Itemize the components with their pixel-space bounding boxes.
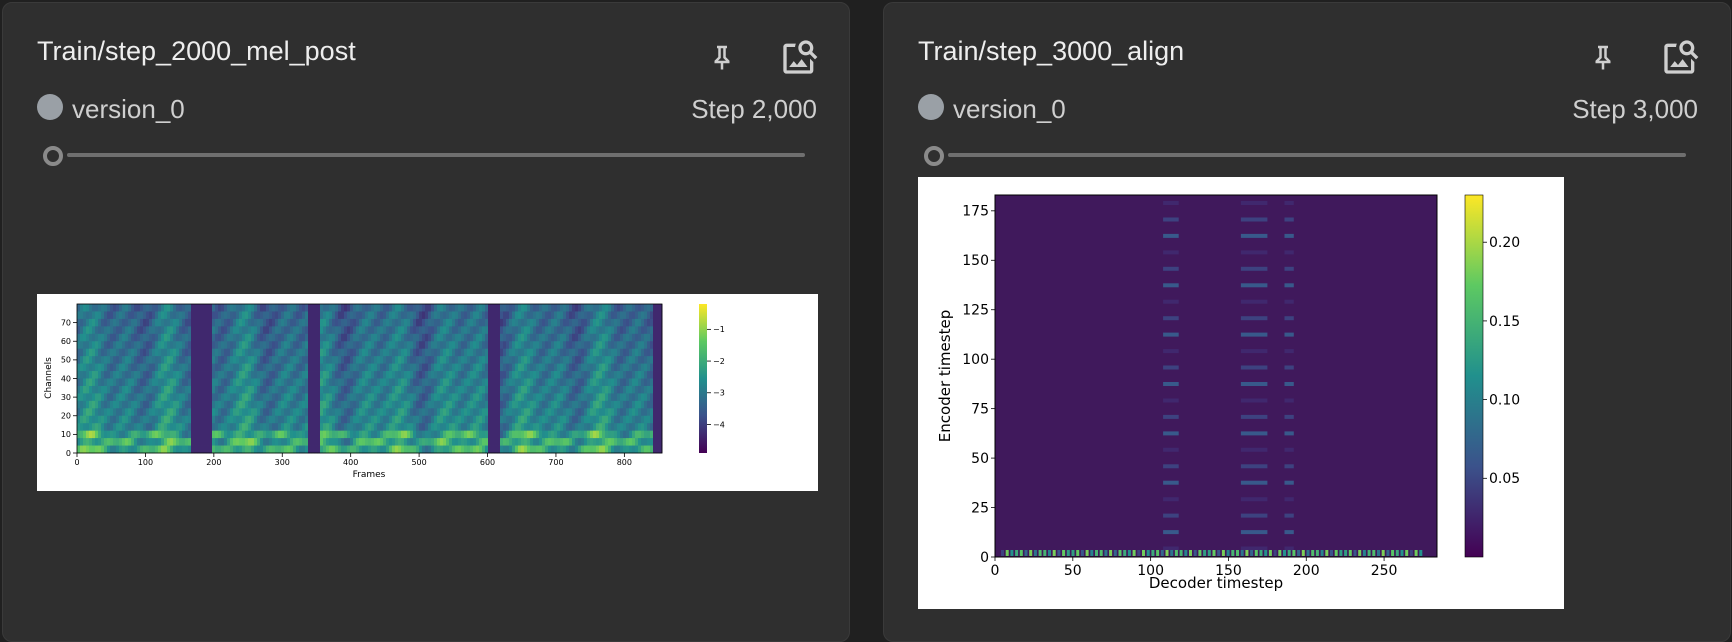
x-tick-label: 300 xyxy=(275,458,290,467)
x-tick-label: 250 xyxy=(1371,563,1398,579)
x-tick-label: 100 xyxy=(138,458,153,467)
colorbar-tick-label: 0.20 xyxy=(1489,235,1520,251)
view-image-button[interactable] xyxy=(1659,35,1703,79)
y-tick-label: 0 xyxy=(980,550,989,566)
step-label: Step 2,000 xyxy=(691,94,817,124)
slider-track xyxy=(948,153,1686,157)
view-image-button[interactable] xyxy=(778,35,822,79)
y-tick-label: 150 xyxy=(962,253,989,269)
colorbar-tick-label: −3 xyxy=(713,389,725,398)
y-tick-label: 50 xyxy=(61,356,71,365)
y-tick-label: 60 xyxy=(61,337,71,346)
x-tick-label: 200 xyxy=(206,458,221,467)
slider-thumb[interactable] xyxy=(924,146,944,166)
pin-button[interactable] xyxy=(700,35,744,79)
mel-spectrogram-image[interactable]: 0 100 200 300 400 500 600 700 800 0 10 20 30 40 50 60 7… xyxy=(37,294,818,491)
step-slider[interactable] xyxy=(924,144,1686,166)
colorbar-tick-label: −4 xyxy=(713,420,725,429)
run-color-dot xyxy=(37,94,63,120)
x-axis-label: Frames xyxy=(353,470,386,480)
run-color-dot xyxy=(918,94,944,120)
step-label: Step 3,000 xyxy=(1572,94,1698,124)
y-tick-label: 20 xyxy=(61,412,71,421)
y-tick-label: 30 xyxy=(61,393,71,402)
step-slider[interactable] xyxy=(43,144,805,166)
x-tick-label: 0 xyxy=(74,458,79,467)
x-tick-label: 400 xyxy=(343,458,358,467)
pin-icon xyxy=(714,45,730,70)
card-title: Train/step_2000_mel_post xyxy=(37,36,356,66)
x-tick-label: 50 xyxy=(1064,563,1082,579)
image-search-icon xyxy=(1664,40,1699,74)
y-tick-label: 10 xyxy=(61,430,71,439)
alignment-heatmap xyxy=(995,195,1437,557)
y-tick-label: 0 xyxy=(66,449,71,458)
x-tick-label: 500 xyxy=(411,458,426,467)
slider-thumb[interactable] xyxy=(43,146,63,166)
run-name: version_0 xyxy=(953,94,1066,124)
colorbar-tick-label: −2 xyxy=(713,357,725,366)
y-tick-label: 40 xyxy=(61,374,71,383)
image-search-icon xyxy=(783,40,818,74)
colorbar xyxy=(1464,194,1484,558)
y-tick-label: 175 xyxy=(962,204,989,220)
x-axis-label: Decoder timestep xyxy=(1149,574,1283,592)
image-card-mel-post: Train/step_2000_mel_post version_0 Step … xyxy=(2,2,850,642)
pin-icon xyxy=(1595,45,1611,70)
colorbar-tick-label: 0.15 xyxy=(1489,314,1520,330)
x-tick-label: 800 xyxy=(617,458,632,467)
spectrogram-heatmap xyxy=(77,304,663,454)
x-tick-label: 0 xyxy=(991,563,1000,579)
y-tick-label: 50 xyxy=(971,451,989,467)
alignment-figure: 0 50 100 150 200 250 0255075100125150175 Deco… xyxy=(936,194,1520,592)
colorbar xyxy=(699,304,707,453)
y-tick-label: 125 xyxy=(962,303,989,319)
y-tick-label: 25 xyxy=(971,500,989,516)
x-tick-label: 700 xyxy=(548,458,563,467)
y-tick-label: 100 xyxy=(962,352,989,368)
x-tick-label: 200 xyxy=(1293,563,1320,579)
card-title: Train/step_3000_align xyxy=(918,36,1185,66)
run-row: version_0 Step 2,000 xyxy=(37,93,817,124)
run-row: version_0 Step 3,000 xyxy=(918,93,1698,124)
run-name: version_0 xyxy=(72,94,185,124)
pin-button[interactable] xyxy=(1581,35,1625,79)
alignment-image[interactable]: 0 50 100 150 200 250 0 25 50 75 100 125 150 175 Deco… xyxy=(918,177,1564,609)
y-tick-label: 75 xyxy=(971,402,989,418)
y-axis-label: Channels xyxy=(44,357,54,399)
slider-track xyxy=(67,153,805,157)
image-card-align: Train/step_3000_align version_0 Step 3,0… xyxy=(883,2,1731,642)
y-axis-label: Encoder timestep xyxy=(936,310,954,442)
mel-spectrogram-figure: 0 100 200 300 400 500 600 700 800 0 10 20 30 40 50 60 7… xyxy=(44,303,725,480)
y-tick-label: 70 xyxy=(61,318,71,327)
colorbar-tick-label: 0.10 xyxy=(1489,393,1520,409)
colorbar-tick-label: −1 xyxy=(713,325,725,334)
colorbar-tick-label: 0.05 xyxy=(1489,471,1520,487)
x-tick-label: 600 xyxy=(480,458,495,467)
